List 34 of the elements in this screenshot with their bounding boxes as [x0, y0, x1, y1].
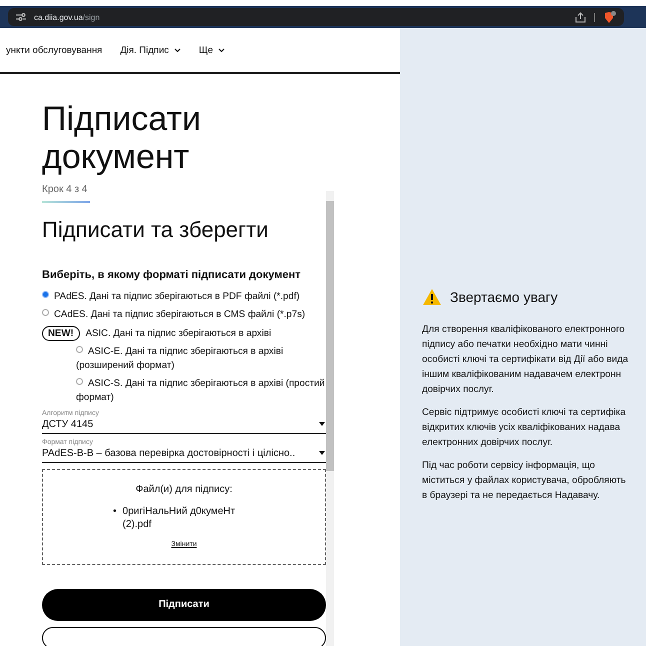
nav-link[interactable]: Ще	[198, 44, 226, 56]
url-text: ca.diia.gov.ua/sign	[34, 12, 100, 22]
new-badge: NEW!	[42, 326, 80, 340]
chevron-icon	[218, 48, 226, 52]
secondary-button[interactable]	[42, 626, 326, 646]
page-title: Підписати документ	[42, 100, 202, 176]
sign-button[interactable]: Підписати	[42, 588, 326, 620]
nav-link[interactable]: ункти обслуговування	[6, 44, 102, 56]
caret-icon	[319, 450, 325, 454]
files-title: Файл(и) для підпису:	[134, 484, 234, 494]
step-indicator: Крок 4 з 4	[42, 184, 88, 194]
notice-paragraph: Для створення кваліфікованого електронного підпису або печатки необхідно мати чинні особисті ключі та сертифікати від Дії або вида іншим кваліфікованим надавачем електронн довірчих послуг.	[422, 323, 630, 397]
radio-option[interactable]: CAdES. Дані та підпис зберігаються в CMS файлі (*.p7s)	[42, 308, 326, 322]
nav-link[interactable]: Дія. Підпис	[120, 44, 181, 56]
notice-paragraph: Сервіс підтримує особисті ключі та сертифіка відкритих ключів усіх кваліфікованих надава електронних довірчих послуг.	[422, 406, 627, 450]
tune-icon[interactable]	[16, 13, 26, 21]
warning-icon	[422, 288, 442, 306]
share-icon[interactable]	[575, 12, 586, 22]
caret-icon	[319, 422, 325, 426]
radio-option[interactable]: ASIC-E. Дані та підпис зберігаються в архіві (розширений формат)	[76, 344, 326, 372]
chevron-icon	[174, 48, 181, 52]
file-name: 0ригіНальНий д0кумеНт (2).pdf	[122, 504, 236, 530]
scrollbar[interactable]	[326, 190, 334, 646]
step-underline	[42, 200, 90, 202]
section-title: Підписати та зберегти	[42, 216, 270, 242]
notice-title: Звертаємо увагу	[450, 289, 558, 305]
address-bar[interactable]: ca.diia.gov.ua/sign	[8, 8, 624, 26]
notice-paragraph: Під час роботи сервісу інформація, що міститься у файлах користувача, обробляють в браузері та не передається Надавачу.	[422, 459, 627, 503]
radio-option[interactable]: ASIC-S. Дані та підпис зберігаються в архіві (простий формат)	[76, 376, 326, 404]
bullet: •	[113, 504, 117, 518]
shield-icon[interactable]	[603, 10, 616, 24]
group-label: ASIC. Дані та підпис зберігаються в архіві	[86, 328, 272, 338]
question-text: Виберіть, в якому форматі підписати документ	[42, 268, 302, 280]
radio-option[interactable]: PAdES. Дані та підпис зберігаються в PDF файлі (*.pdf)	[42, 290, 326, 304]
